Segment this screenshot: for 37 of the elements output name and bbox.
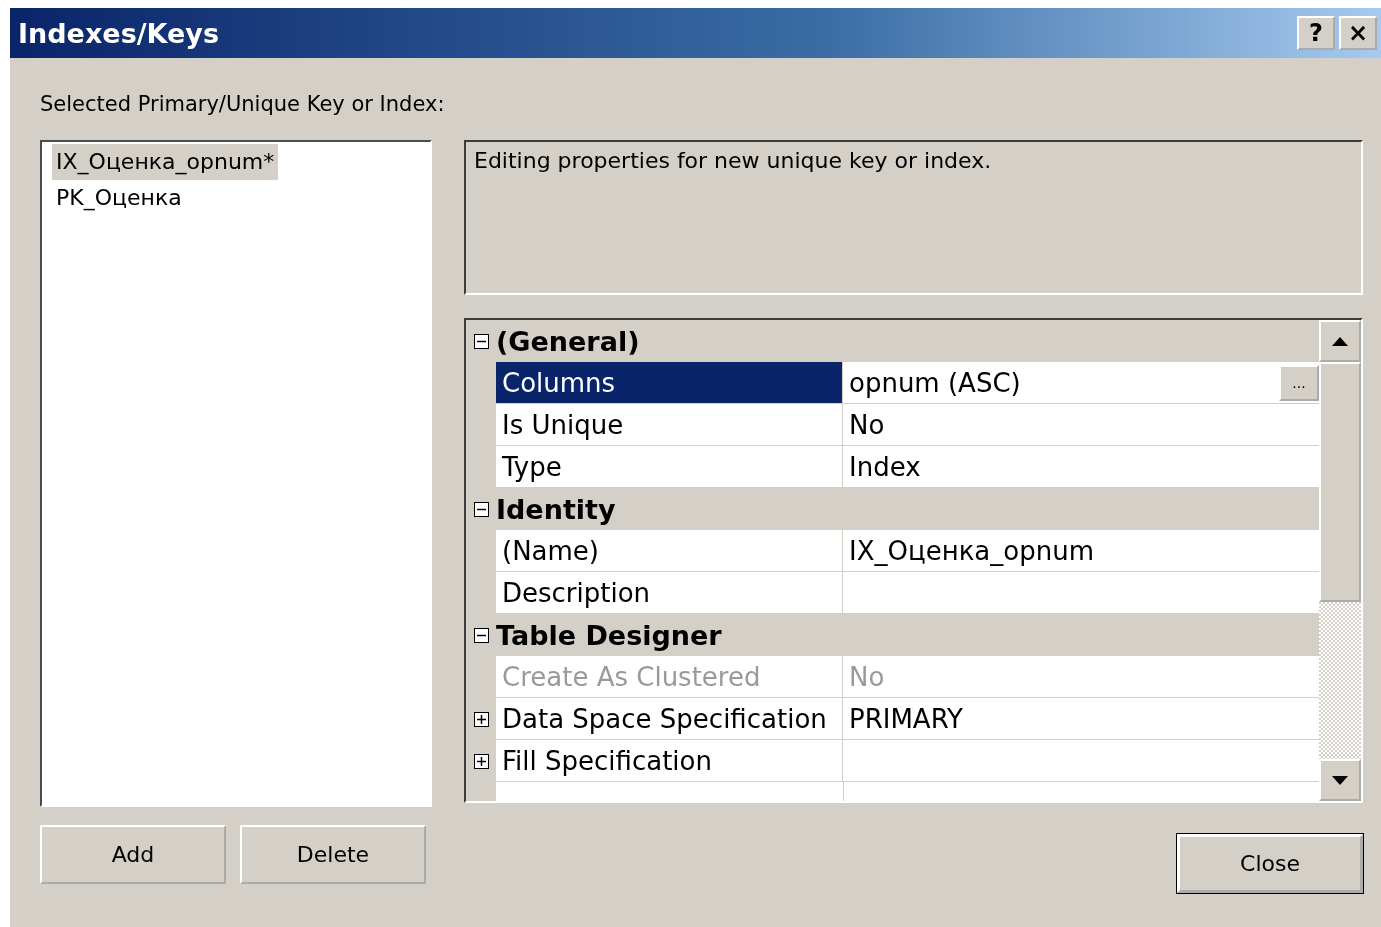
- property-name[interactable]: Is Unique: [496, 404, 843, 446]
- list-item[interactable]: PK_Оценка: [52, 180, 186, 216]
- category-name: Table Designer: [496, 619, 722, 651]
- property-name[interactable]: Columns: [496, 362, 843, 404]
- category-name: (General): [496, 325, 640, 357]
- property-name[interactable]: Fill Specification: [496, 740, 843, 782]
- property-name[interactable]: Type: [496, 446, 843, 488]
- property-name[interactable]: (Name): [496, 530, 843, 572]
- property-name[interactable]: Description: [496, 572, 843, 614]
- property-value[interactable]: opnum (ASC) ...: [843, 362, 1319, 404]
- category-name: Identity: [496, 493, 616, 525]
- property-value[interactable]: No: [843, 404, 1319, 446]
- down-arrow-icon: [1332, 775, 1348, 785]
- scroll-up-button[interactable]: [1319, 320, 1361, 362]
- scroll-thumb[interactable]: [1319, 362, 1361, 602]
- ellipsis-button[interactable]: ...: [1279, 364, 1319, 401]
- close-button[interactable]: ×: [1339, 16, 1377, 50]
- property-value[interactable]: IX_Оценка_opnum: [843, 530, 1319, 572]
- scroll-down-button[interactable]: [1319, 759, 1361, 801]
- help-button[interactable]: ?: [1297, 16, 1335, 50]
- delete-button[interactable]: Delete: [240, 825, 426, 884]
- property-value[interactable]: Index: [843, 446, 1319, 488]
- add-button[interactable]: Add: [40, 825, 226, 884]
- close-dialog-button[interactable]: Close: [1177, 834, 1363, 893]
- collapse-icon[interactable]: [473, 333, 489, 349]
- scrollbar[interactable]: [1319, 320, 1361, 801]
- window-title: Indexes/Keys: [18, 17, 219, 49]
- property-name[interactable]: Data Space Specification: [496, 698, 843, 740]
- expand-icon[interactable]: [473, 711, 489, 727]
- collapse-icon[interactable]: [473, 501, 489, 517]
- list-item[interactable]: IX_Оценка_opnum*: [52, 144, 279, 180]
- expand-icon[interactable]: [473, 753, 489, 769]
- property-value[interactable]: PRIMARY: [843, 698, 1319, 740]
- up-arrow-icon: [1332, 336, 1348, 346]
- description-text: Editing properties for new unique key or index.: [464, 140, 1363, 295]
- collapse-icon[interactable]: [473, 627, 489, 643]
- list-label: Selected Primary/Unique Key or Index:: [40, 92, 446, 118]
